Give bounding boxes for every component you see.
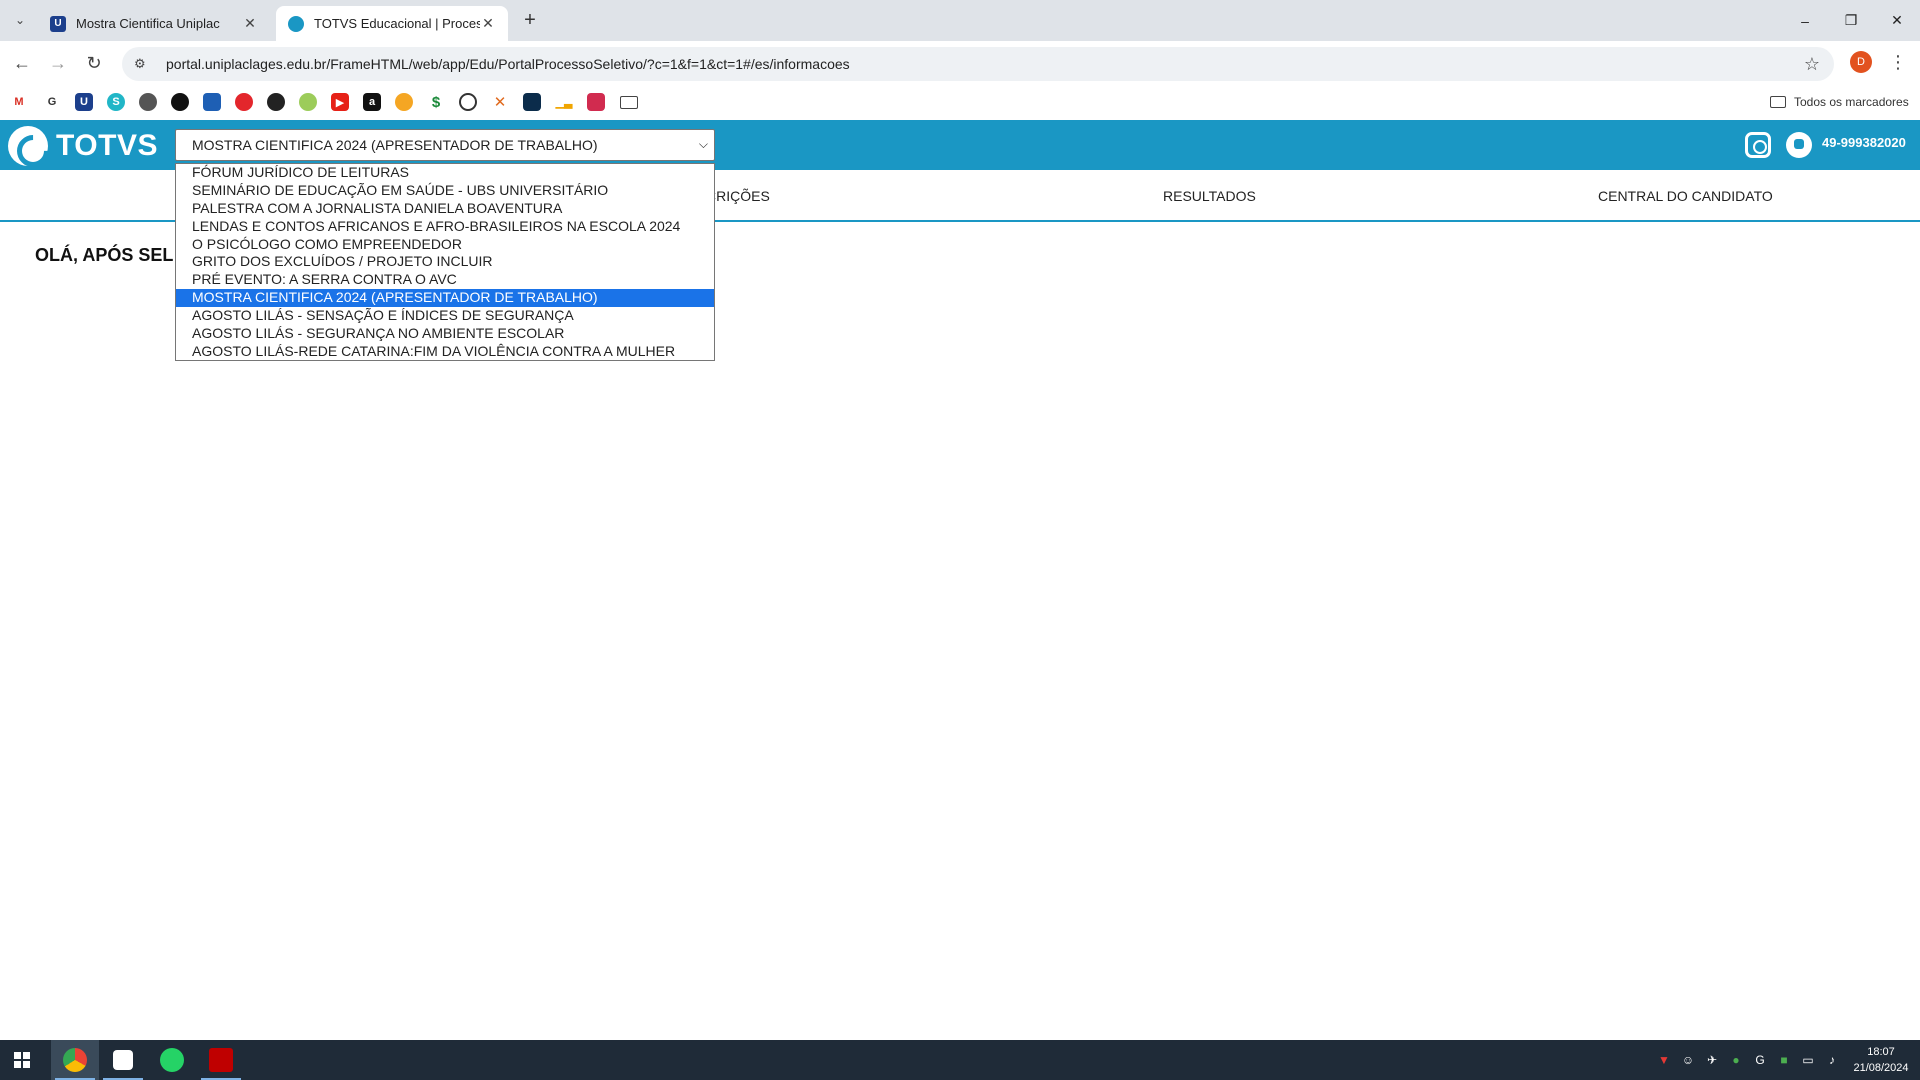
taskbar-whatsapp[interactable] — [148, 1040, 196, 1080]
clock-date: 21/08/2024 — [1853, 1062, 1909, 1074]
bookmark-star-icon[interactable]: ☆ — [1804, 54, 1820, 75]
dropdown-option[interactable]: FÓRUM JURÍDICO DE LEITURAS — [176, 164, 714, 182]
greeting-text: OLÁ, APÓS SEL — [35, 245, 174, 265]
dashboard-icon[interactable] — [203, 93, 221, 111]
grammarly-icon[interactable]: G — [43, 93, 61, 111]
all-bookmarks-button[interactable]: Todos os marcadores — [1770, 91, 1909, 113]
url-text[interactable]: portal.uniplaclages.edu.br/FrameHTML/web… — [166, 56, 850, 72]
dropdown-option[interactable]: PRÉ EVENTO: A SERRA CONTRA O AVC — [176, 271, 714, 289]
totvs-logo-icon — [8, 126, 48, 166]
back-button[interactable]: ← — [8, 49, 36, 77]
all-bookmarks-label: Todos os marcadores — [1794, 95, 1909, 109]
globe-icon[interactable] — [139, 93, 157, 111]
dropdown-option[interactable]: MOSTRA CIENTIFICA 2024 (APRESENTADOR DE … — [176, 289, 714, 308]
new-tab-button[interactable]: + — [518, 8, 542, 32]
block-icon[interactable] — [459, 93, 477, 111]
taskbar-inkscape[interactable] — [99, 1040, 147, 1080]
reload-button[interactable]: ↻ — [80, 49, 108, 77]
event-select[interactable]: MOSTRA CIENTIFICA 2024 (APRESENTADOR DE … — [175, 129, 715, 161]
event-select-value: MOSTRA CIENTIFICA 2024 (APRESENTADOR DE … — [192, 137, 598, 153]
dollar-icon[interactable]: $ — [427, 93, 445, 111]
youtube-icon[interactable]: ▶ — [331, 93, 349, 111]
openai-icon[interactable] — [171, 93, 189, 111]
minimize-button[interactable]: – — [1782, 0, 1828, 41]
windows-start-icon[interactable] — [14, 1052, 30, 1068]
browser-menu-icon[interactable]: ⋮ — [1888, 49, 1908, 75]
event-dropdown-list: FÓRUM JURÍDICO DE LEITURAS SEMINÁRIO DE E… — [175, 163, 715, 361]
tab-totvs-educacional[interactable]: TOTVS Educacional | Processo S ✕ — [276, 6, 508, 41]
sapling-icon[interactable]: S — [107, 93, 125, 111]
antivirus-tray-icon[interactable]: ▼ — [1656, 1052, 1672, 1068]
clock-time: 18:07 — [1867, 1046, 1895, 1058]
close-tab-icon[interactable]: ✕ — [480, 15, 496, 32]
uniplac-u-icon: U — [50, 15, 66, 32]
dropdown-option[interactable]: GRITO DOS EXCLUÍDOS / PROJETO INCLUIR — [176, 253, 714, 271]
plane-tray-icon[interactable]: ✈ — [1704, 1052, 1720, 1068]
folder-icon — [1770, 96, 1786, 108]
taskbar-chrome[interactable] — [51, 1040, 99, 1080]
android-icon[interactable] — [299, 93, 317, 111]
dropdown-option[interactable]: O PSICÓLOGO COMO EMPREENDEDOR — [176, 236, 714, 254]
phone-number[interactable]: 49-999382020 — [1822, 135, 1906, 150]
menu-inscricoes[interactable]: CRIÇÕES — [706, 188, 770, 204]
shield-tray-icon[interactable]: ■ — [1776, 1052, 1792, 1068]
bookmark-icon[interactable]: U — [75, 93, 93, 111]
dropdown-option[interactable]: AGOSTO LILÁS - SEGURANÇA NO AMBIENTE ESC… — [176, 325, 714, 343]
dropdown-option[interactable]: LENDAS E CONTOS AFRICANOS E AFRO-BRASILE… — [176, 218, 714, 236]
tab-title: Mostra Cientifica Uniplac — [76, 16, 220, 31]
chrome-icon — [63, 1048, 87, 1072]
windows-taskbar: ▼ ☺ ✈ ● G ■ ▭ ♪ 18:07 21/08/2024 — [0, 1040, 1920, 1080]
gmail-icon[interactable]: M — [10, 93, 28, 111]
x-icon[interactable]: ✕ — [491, 93, 509, 111]
sync-tray-icon[interactable]: ● — [1728, 1052, 1744, 1068]
dropdown-option[interactable]: PALESTRA COM A JORNALISTA DANIELA BOAVEN… — [176, 200, 714, 218]
restore-button[interactable]: ❐ — [1828, 0, 1874, 41]
whatsapp-icon — [160, 1048, 184, 1072]
network-tray-icon[interactable]: ▭ — [1800, 1052, 1816, 1068]
system-clock[interactable]: 18:07 21/08/2024 — [1848, 1044, 1914, 1076]
menu-resultados[interactable]: RESULTADOS — [1163, 188, 1256, 204]
filezilla-icon — [209, 1048, 233, 1072]
grammarly-tray-icon[interactable]: G — [1752, 1052, 1768, 1068]
amazon-icon[interactable]: a — [363, 93, 381, 111]
volume-tray-icon[interactable]: ♪ — [1824, 1052, 1840, 1068]
menu-central-do-candidato[interactable]: CENTRAL DO CANDIDATO — [1598, 188, 1773, 204]
instagram-icon[interactable] — [1745, 132, 1771, 158]
address-bar[interactable]: ⚙ portal.uniplaclages.edu.br/FrameHTML/w… — [122, 47, 1834, 81]
folder-icon[interactable] — [620, 96, 638, 109]
tab-title: TOTVS Educacional | Processo S — [314, 16, 480, 31]
browser-toolbar: ← → ↻ ⚙ portal.uniplaclages.edu.br/Frame… — [0, 41, 1920, 85]
whatsapp-icon[interactable] — [1786, 132, 1812, 158]
inkscape-icon — [113, 1050, 133, 1070]
coin-icon[interactable] — [395, 93, 413, 111]
close-tab-icon[interactable]: ✕ — [242, 15, 258, 32]
red-circle-icon[interactable] — [235, 93, 253, 111]
github-icon[interactable] — [267, 93, 285, 111]
chart-icon[interactable]: ▁▃ — [555, 93, 573, 111]
bookmarks-bar: M G U S ▶ a $ ✕ ▁▃ Todos os marcadores — [0, 85, 1920, 119]
tab-mostra-cientifica[interactable]: U Mostra Cientifica Uniplac ✕ — [38, 6, 270, 41]
terminal-icon[interactable] — [523, 93, 541, 111]
user-tray-icon[interactable]: ☺ — [1680, 1052, 1696, 1068]
dropdown-option[interactable]: AGOSTO LILÁS-REDE CATARINA:FIM DA VIOLÊN… — [176, 343, 714, 361]
forward-button[interactable]: → — [44, 49, 72, 77]
dropdown-option[interactable]: AGOSTO LILÁS - SENSAÇÃO E ÍNDICES DE SEG… — [176, 307, 714, 325]
cube-icon[interactable] — [587, 93, 605, 111]
chevron-down-icon: ⌵ — [698, 137, 708, 151]
taskbar-filezilla[interactable] — [197, 1040, 245, 1080]
site-info-icon[interactable]: ⚙ — [134, 56, 156, 72]
profile-avatar[interactable]: D — [1850, 51, 1872, 73]
totvs-logo[interactable]: TOTVS — [8, 126, 158, 166]
dropdown-option[interactable]: SEMINÁRIO DE EDUCAÇÃO EM SAÚDE - UBS UNI… — [176, 182, 714, 200]
close-window-button[interactable]: ✕ — [1874, 0, 1920, 41]
brand-name: TOTVS — [56, 129, 158, 162]
tab-search-icon[interactable]: ⌄ — [8, 8, 32, 32]
browser-tab-strip: ⌄ U Mostra Cientifica Uniplac ✕ TOTVS Ed… — [0, 0, 1920, 41]
totvs-icon — [288, 15, 304, 32]
